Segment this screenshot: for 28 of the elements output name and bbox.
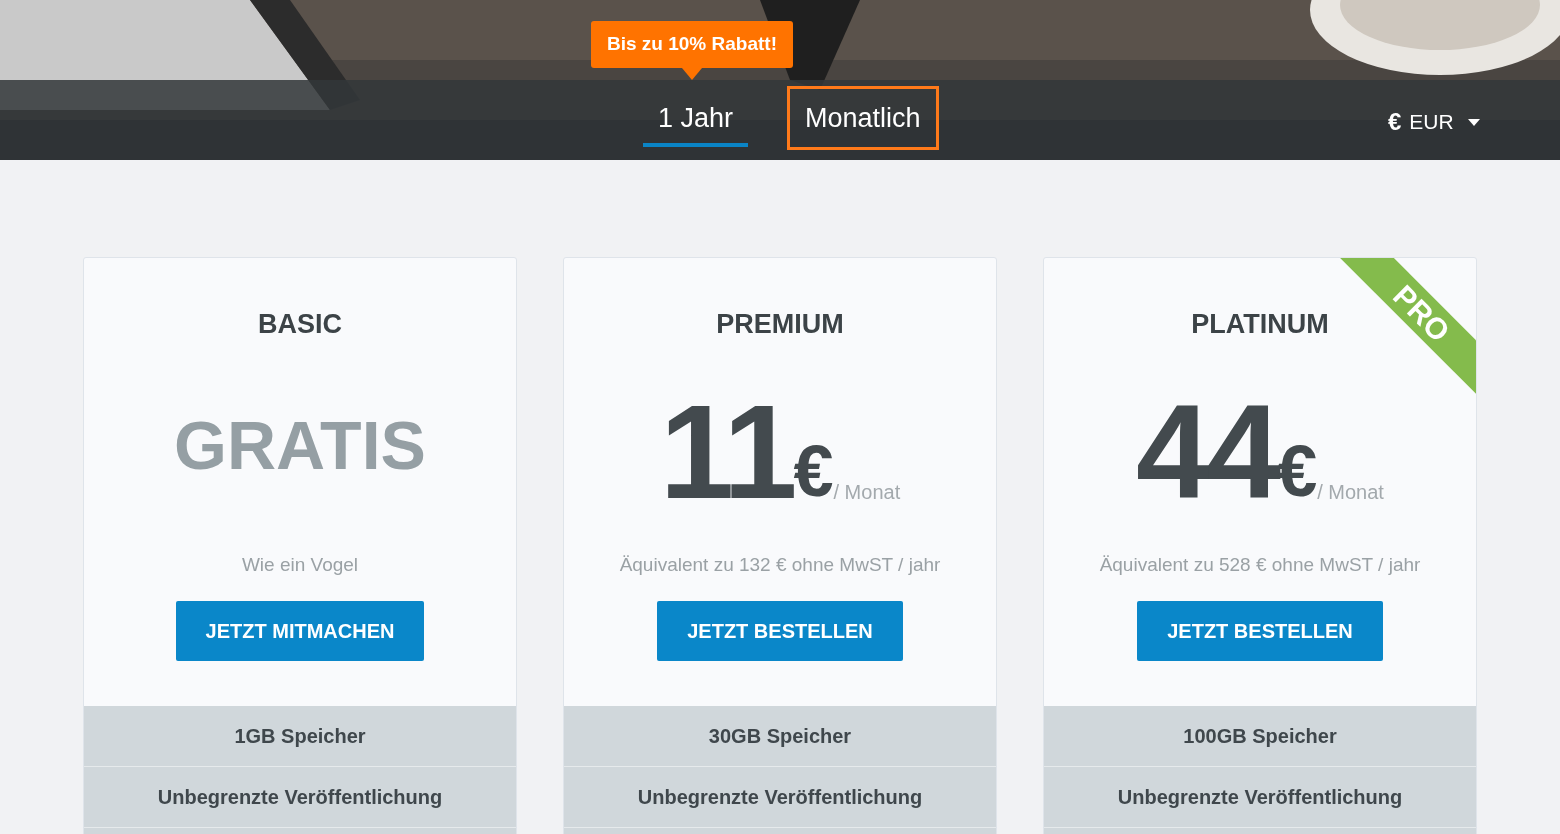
- plan-name: BASIC: [258, 308, 342, 341]
- feature-row: Unbegrenzte Veröffentlichung: [1044, 767, 1476, 828]
- plan-name: PREMIUM: [716, 308, 844, 341]
- plan-subtitle: Äquivalent zu 528 € ohne MwST / jahr: [1099, 552, 1421, 577]
- caret-icon: [1467, 118, 1480, 126]
- plan-subtitle: Äquivalent zu 132 € ohne MwST / jahr: [619, 552, 941, 577]
- billing-tab[interactable]: Monatlich: [787, 86, 939, 150]
- plan-subtitle: Wie ein Vogel: [241, 552, 359, 577]
- feature-row: Unbegrenzte Veröffentlichung: [84, 767, 516, 828]
- feature-row: Unbegrenzte Veröffentlichung: [564, 767, 996, 828]
- feature-row: 100GB Speicher: [1044, 706, 1476, 767]
- feature-row: 1GB Speicher: [84, 706, 516, 767]
- price-period: / Monat: [1317, 479, 1384, 505]
- discount-badge: Bis zu 10% Rabatt!: [591, 21, 793, 68]
- plan-name: PLATINUM: [1191, 308, 1329, 341]
- currency-symbol: €: [793, 434, 834, 507]
- price-period: / Monat: [833, 480, 901, 505]
- currency-dropdown[interactable]: € EUR: [1388, 104, 1480, 140]
- currency-symbol: €: [1277, 434, 1318, 507]
- order-button[interactable]: JETZT BESTELLEN: [1137, 601, 1383, 661]
- feature-row: 30GB Speicher: [564, 706, 996, 767]
- billing-tab[interactable]: 1 Jahr: [640, 86, 752, 150]
- order-button[interactable]: JETZT BESTELLEN: [657, 601, 903, 661]
- plan-price: 44: [1136, 391, 1278, 513]
- badge-pointer-icon: [682, 67, 702, 80]
- plan-price: GRATIS: [174, 410, 426, 479]
- order-button[interactable]: JETZT MITMACHEN: [175, 601, 425, 661]
- plan-price: 11: [659, 391, 794, 513]
